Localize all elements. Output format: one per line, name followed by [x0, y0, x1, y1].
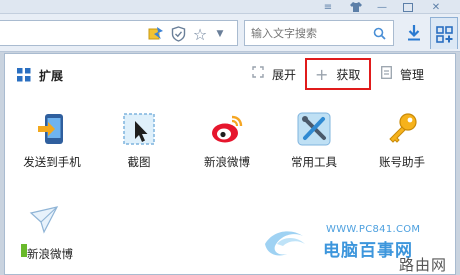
- download-icon[interactable]: [404, 23, 424, 43]
- expand-label: 展开: [272, 67, 297, 82]
- window-titlebar: ≡ — ✕: [0, 0, 460, 14]
- panel-header: 扩展 展开 + 获取 管理: [5, 54, 455, 94]
- extensions-button[interactable]: [430, 17, 458, 49]
- app-label: 新浪微博: [27, 247, 73, 261]
- get-button[interactable]: + 获取: [315, 63, 360, 85]
- expand-button[interactable]: 展开: [252, 63, 296, 85]
- send-to-phone-icon: [35, 112, 69, 146]
- weibo-icon: [210, 112, 244, 146]
- app-label: 截图: [127, 155, 151, 169]
- watermark-luyou: 路由网: [399, 256, 448, 274]
- search-icon[interactable]: [371, 25, 387, 41]
- star-icon[interactable]: ☆: [192, 25, 208, 44]
- close-icon[interactable]: ✕: [426, 0, 446, 14]
- address-bar[interactable]: ☆ ▼: [0, 20, 238, 46]
- extensions-panel: 扩展 展开 + 获取 管理 发送到手机 截图 新浪微博 常用工具 账号助手 新浪…: [4, 53, 456, 275]
- apps-grid-icon: [17, 67, 31, 82]
- search-box[interactable]: [244, 20, 394, 46]
- plus-icon: +: [315, 64, 329, 84]
- app-label: 发送到手机: [23, 155, 81, 169]
- watermark-logo: [263, 224, 323, 260]
- key-icon: [385, 112, 419, 146]
- app-tile-weibo[interactable]: 新浪微博: [182, 112, 272, 178]
- browser-toolbar: ☆ ▼: [0, 14, 460, 52]
- app-label: 账号助手: [379, 155, 425, 169]
- app-tile-send-to-phone[interactable]: 发送到手机: [7, 112, 97, 178]
- paper-plane-icon: [27, 204, 61, 238]
- app-tile-screenshot[interactable]: 截图: [94, 112, 184, 178]
- skin-icon[interactable]: [346, 0, 366, 14]
- app-tile-tools[interactable]: 常用工具: [269, 112, 359, 178]
- get-label: 获取: [336, 67, 361, 82]
- app-label: 新浪微博: [204, 155, 250, 169]
- watermark-url: WWW.PC841.COM: [326, 224, 421, 235]
- lightning-icon[interactable]: [148, 26, 164, 42]
- maximize-icon[interactable]: [398, 0, 418, 14]
- app-tile-weibo-share[interactable]: 新浪微博: [0, 204, 89, 270]
- tools-icon: [297, 112, 331, 146]
- manage-icon: [381, 65, 392, 83]
- minimize-icon[interactable]: —: [372, 0, 392, 14]
- screenshot-icon: [122, 112, 156, 146]
- search-input[interactable]: [251, 25, 367, 41]
- app-label: 常用工具: [291, 155, 337, 169]
- panel-title: 扩展: [39, 69, 64, 83]
- manage-button[interactable]: 管理: [381, 63, 424, 85]
- manage-label: 管理: [400, 67, 425, 82]
- chevron-down-icon[interactable]: ▼: [212, 26, 228, 42]
- menu-icon[interactable]: ≡: [318, 0, 338, 14]
- expand-icon: [252, 66, 264, 82]
- extensions-grid-icon: [436, 26, 454, 48]
- shield-check-icon[interactable]: [170, 26, 186, 42]
- app-tile-account-helper[interactable]: 账号助手: [357, 112, 447, 178]
